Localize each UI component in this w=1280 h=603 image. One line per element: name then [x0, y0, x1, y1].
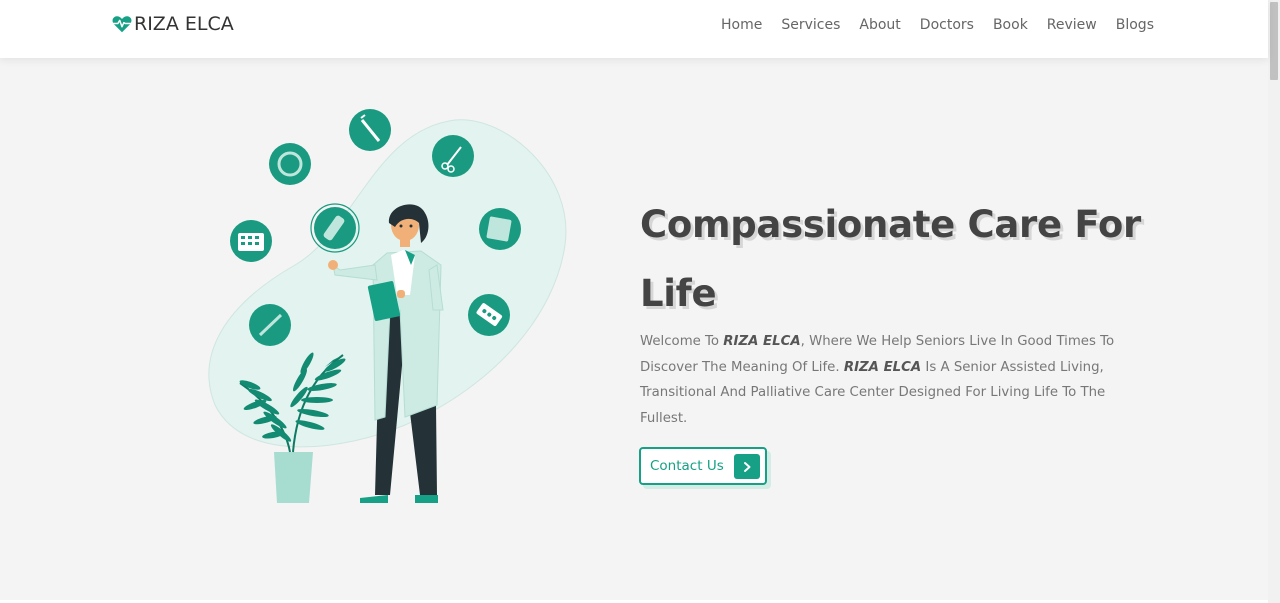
main-nav: Home Services About Doctors Book Review … [721, 17, 1154, 33]
logo[interactable]: RIZA ELCA [111, 13, 234, 35]
site-header: RIZA ELCA Home Services About Doctors Bo… [0, 0, 1268, 58]
nav-services[interactable]: Services [781, 17, 840, 33]
scrollbar-thumb[interactable] [1270, 2, 1278, 80]
scissors-icon [432, 135, 474, 177]
tablet-strip-icon [468, 294, 510, 336]
page-scrollbar[interactable] [1268, 0, 1280, 603]
doctor-illustration [208, 109, 567, 503]
vial-icon [310, 203, 360, 253]
nav-review[interactable]: Review [1047, 17, 1097, 33]
brand-name: RIZA ELCA [134, 13, 234, 35]
contact-us-button[interactable]: Contact Us [639, 447, 767, 485]
calendar-pills-icon [230, 220, 272, 262]
syringe-icon [349, 109, 391, 151]
desc-brand2: RIZA ELCA [843, 359, 922, 375]
nav-home[interactable]: Home [721, 17, 762, 33]
hero-title-line2: Life [640, 272, 717, 315]
hero-title: Compassionate Care For Life [640, 190, 1160, 328]
ring-icon [269, 143, 311, 185]
hero-title-line1: Compassionate Care For [640, 203, 1141, 246]
contact-us-label: Contact Us [650, 458, 724, 474]
desc-brand1: RIZA ELCA [723, 334, 801, 349]
pill-pack-icon [479, 208, 521, 250]
nav-doctors[interactable]: Doctors [920, 17, 974, 33]
hero-description: Welcome To RIZA ELCA, Where We Help Seni… [640, 329, 1140, 432]
heart-pulse-icon [112, 16, 132, 33]
nav-about[interactable]: About [859, 17, 900, 33]
desc-part1: Welcome To [640, 334, 724, 349]
thermometer-icon [249, 304, 291, 346]
chevron-right-icon [734, 454, 760, 479]
nav-book[interactable]: Book [993, 17, 1028, 33]
nav-blogs[interactable]: Blogs [1116, 17, 1154, 33]
